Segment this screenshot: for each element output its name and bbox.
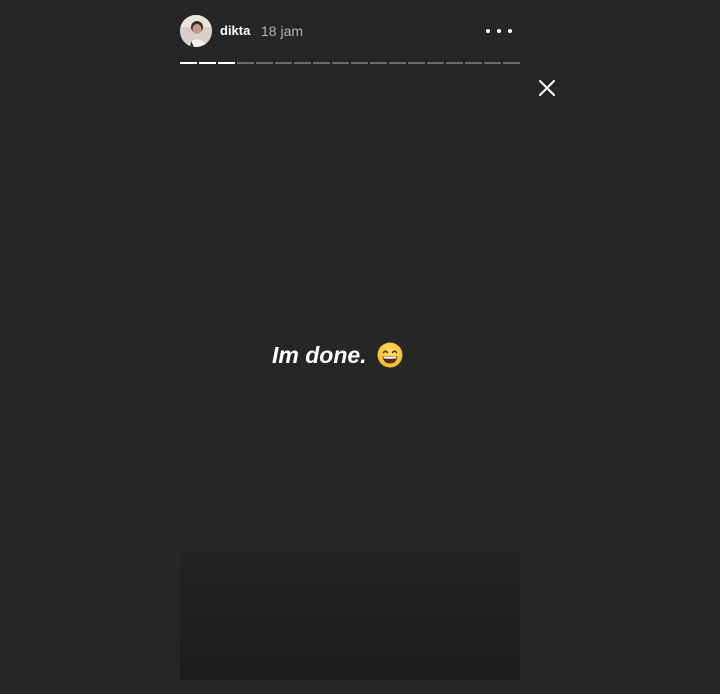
- progress-segment: [275, 62, 292, 64]
- more-horizontal-icon-dot: [508, 29, 512, 33]
- progress-segment: [389, 62, 406, 64]
- story-timestamp: 18 jam: [261, 23, 304, 39]
- progress-segment: [218, 62, 235, 64]
- username[interactable]: dikta: [220, 23, 250, 39]
- progress-segment: [408, 62, 425, 64]
- progress-segment: [313, 62, 330, 64]
- user-avatar[interactable]: [180, 15, 212, 47]
- progress-segment: [370, 62, 387, 64]
- story-progress-bar: [180, 62, 520, 64]
- grinning-face-emoji-icon: [377, 342, 403, 368]
- close-icon: [539, 80, 555, 96]
- progress-segment: [294, 62, 311, 64]
- story-caption: Im done.: [272, 340, 403, 370]
- progress-segment: [427, 62, 444, 64]
- progress-segment: [180, 62, 197, 64]
- close-button[interactable]: [537, 78, 557, 98]
- more-horizontal-icon-dot: [497, 29, 501, 33]
- progress-segment: [256, 62, 273, 64]
- story-viewer: dikta 18 jam Im done.: [0, 0, 720, 694]
- more-horizontal-icon: [486, 29, 490, 33]
- caption-text: Im done.: [272, 342, 367, 368]
- progress-segment: [465, 62, 482, 64]
- progress-segment: [484, 62, 501, 64]
- progress-segment: [237, 62, 254, 64]
- more-options-button[interactable]: [486, 21, 512, 41]
- progress-segment: [332, 62, 349, 64]
- progress-segment: [503, 62, 520, 64]
- story-header: dikta 18 jam: [180, 15, 520, 47]
- progress-segment: [446, 62, 463, 64]
- progress-segment: [199, 62, 216, 64]
- progress-segment: [351, 62, 368, 64]
